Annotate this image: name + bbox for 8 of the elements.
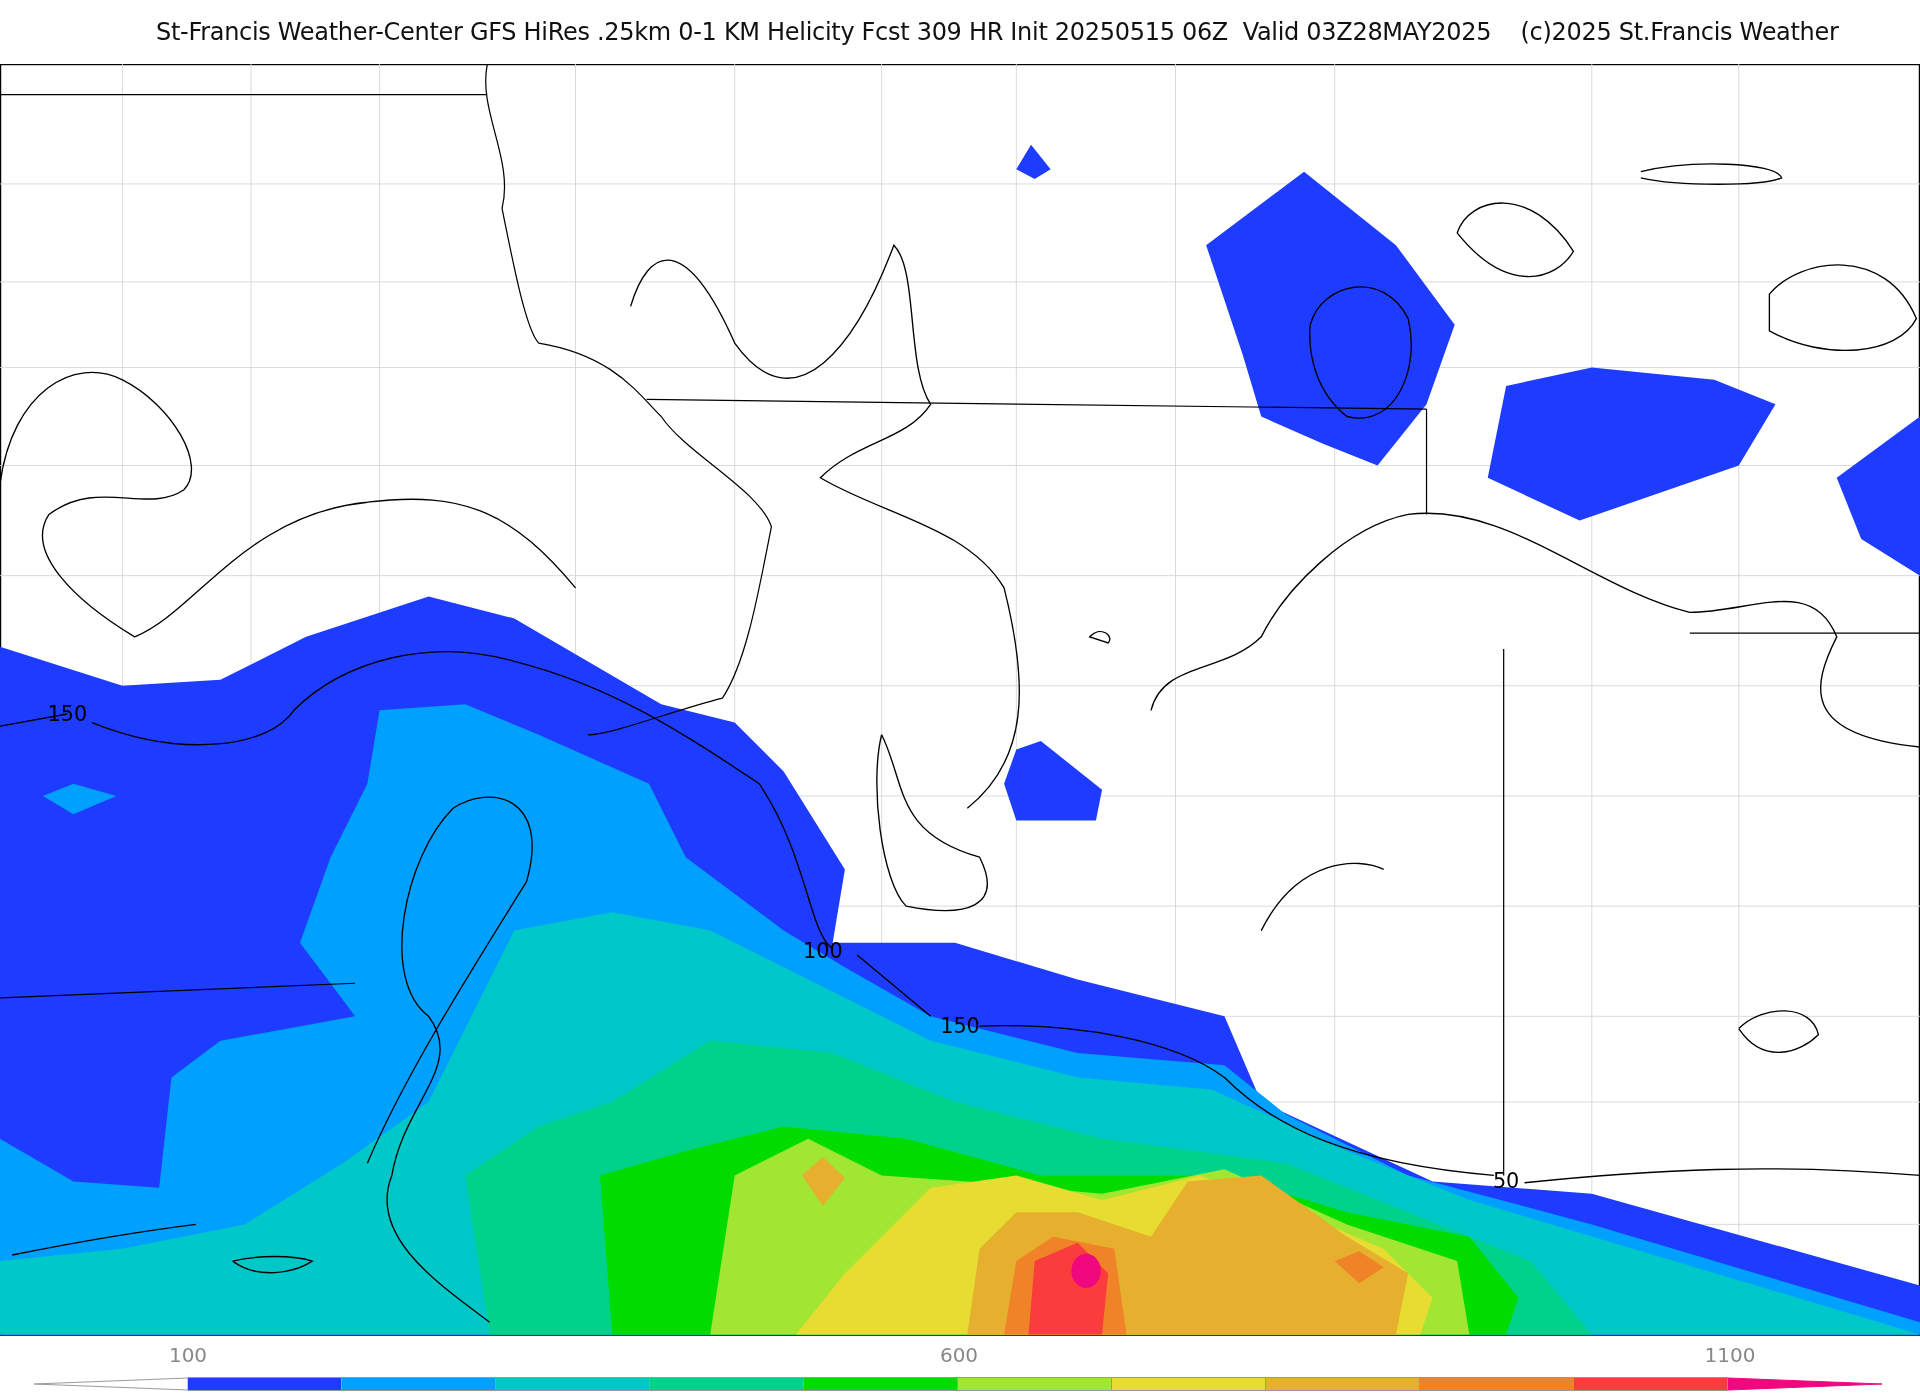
contour-label: 100: [803, 938, 843, 963]
contour-label: 150: [940, 1014, 980, 1039]
contour-label: 150: [47, 702, 88, 727]
map-title: St-Francis Weather-Center GFS HiRes .25km 0-1 KM Helicity Fcst 309 HR Init 20250515 06Z Valid 03Z28MAY2025 (c)2025 St.Francis Weather: [156, 18, 1839, 46]
colorbar-label: 600: [938, 1343, 980, 1369]
contour-label: 50: [1492, 1168, 1520, 1193]
colorbar-label: 1100: [1703, 1343, 1757, 1369]
colorbar-label: 100: [167, 1343, 209, 1369]
